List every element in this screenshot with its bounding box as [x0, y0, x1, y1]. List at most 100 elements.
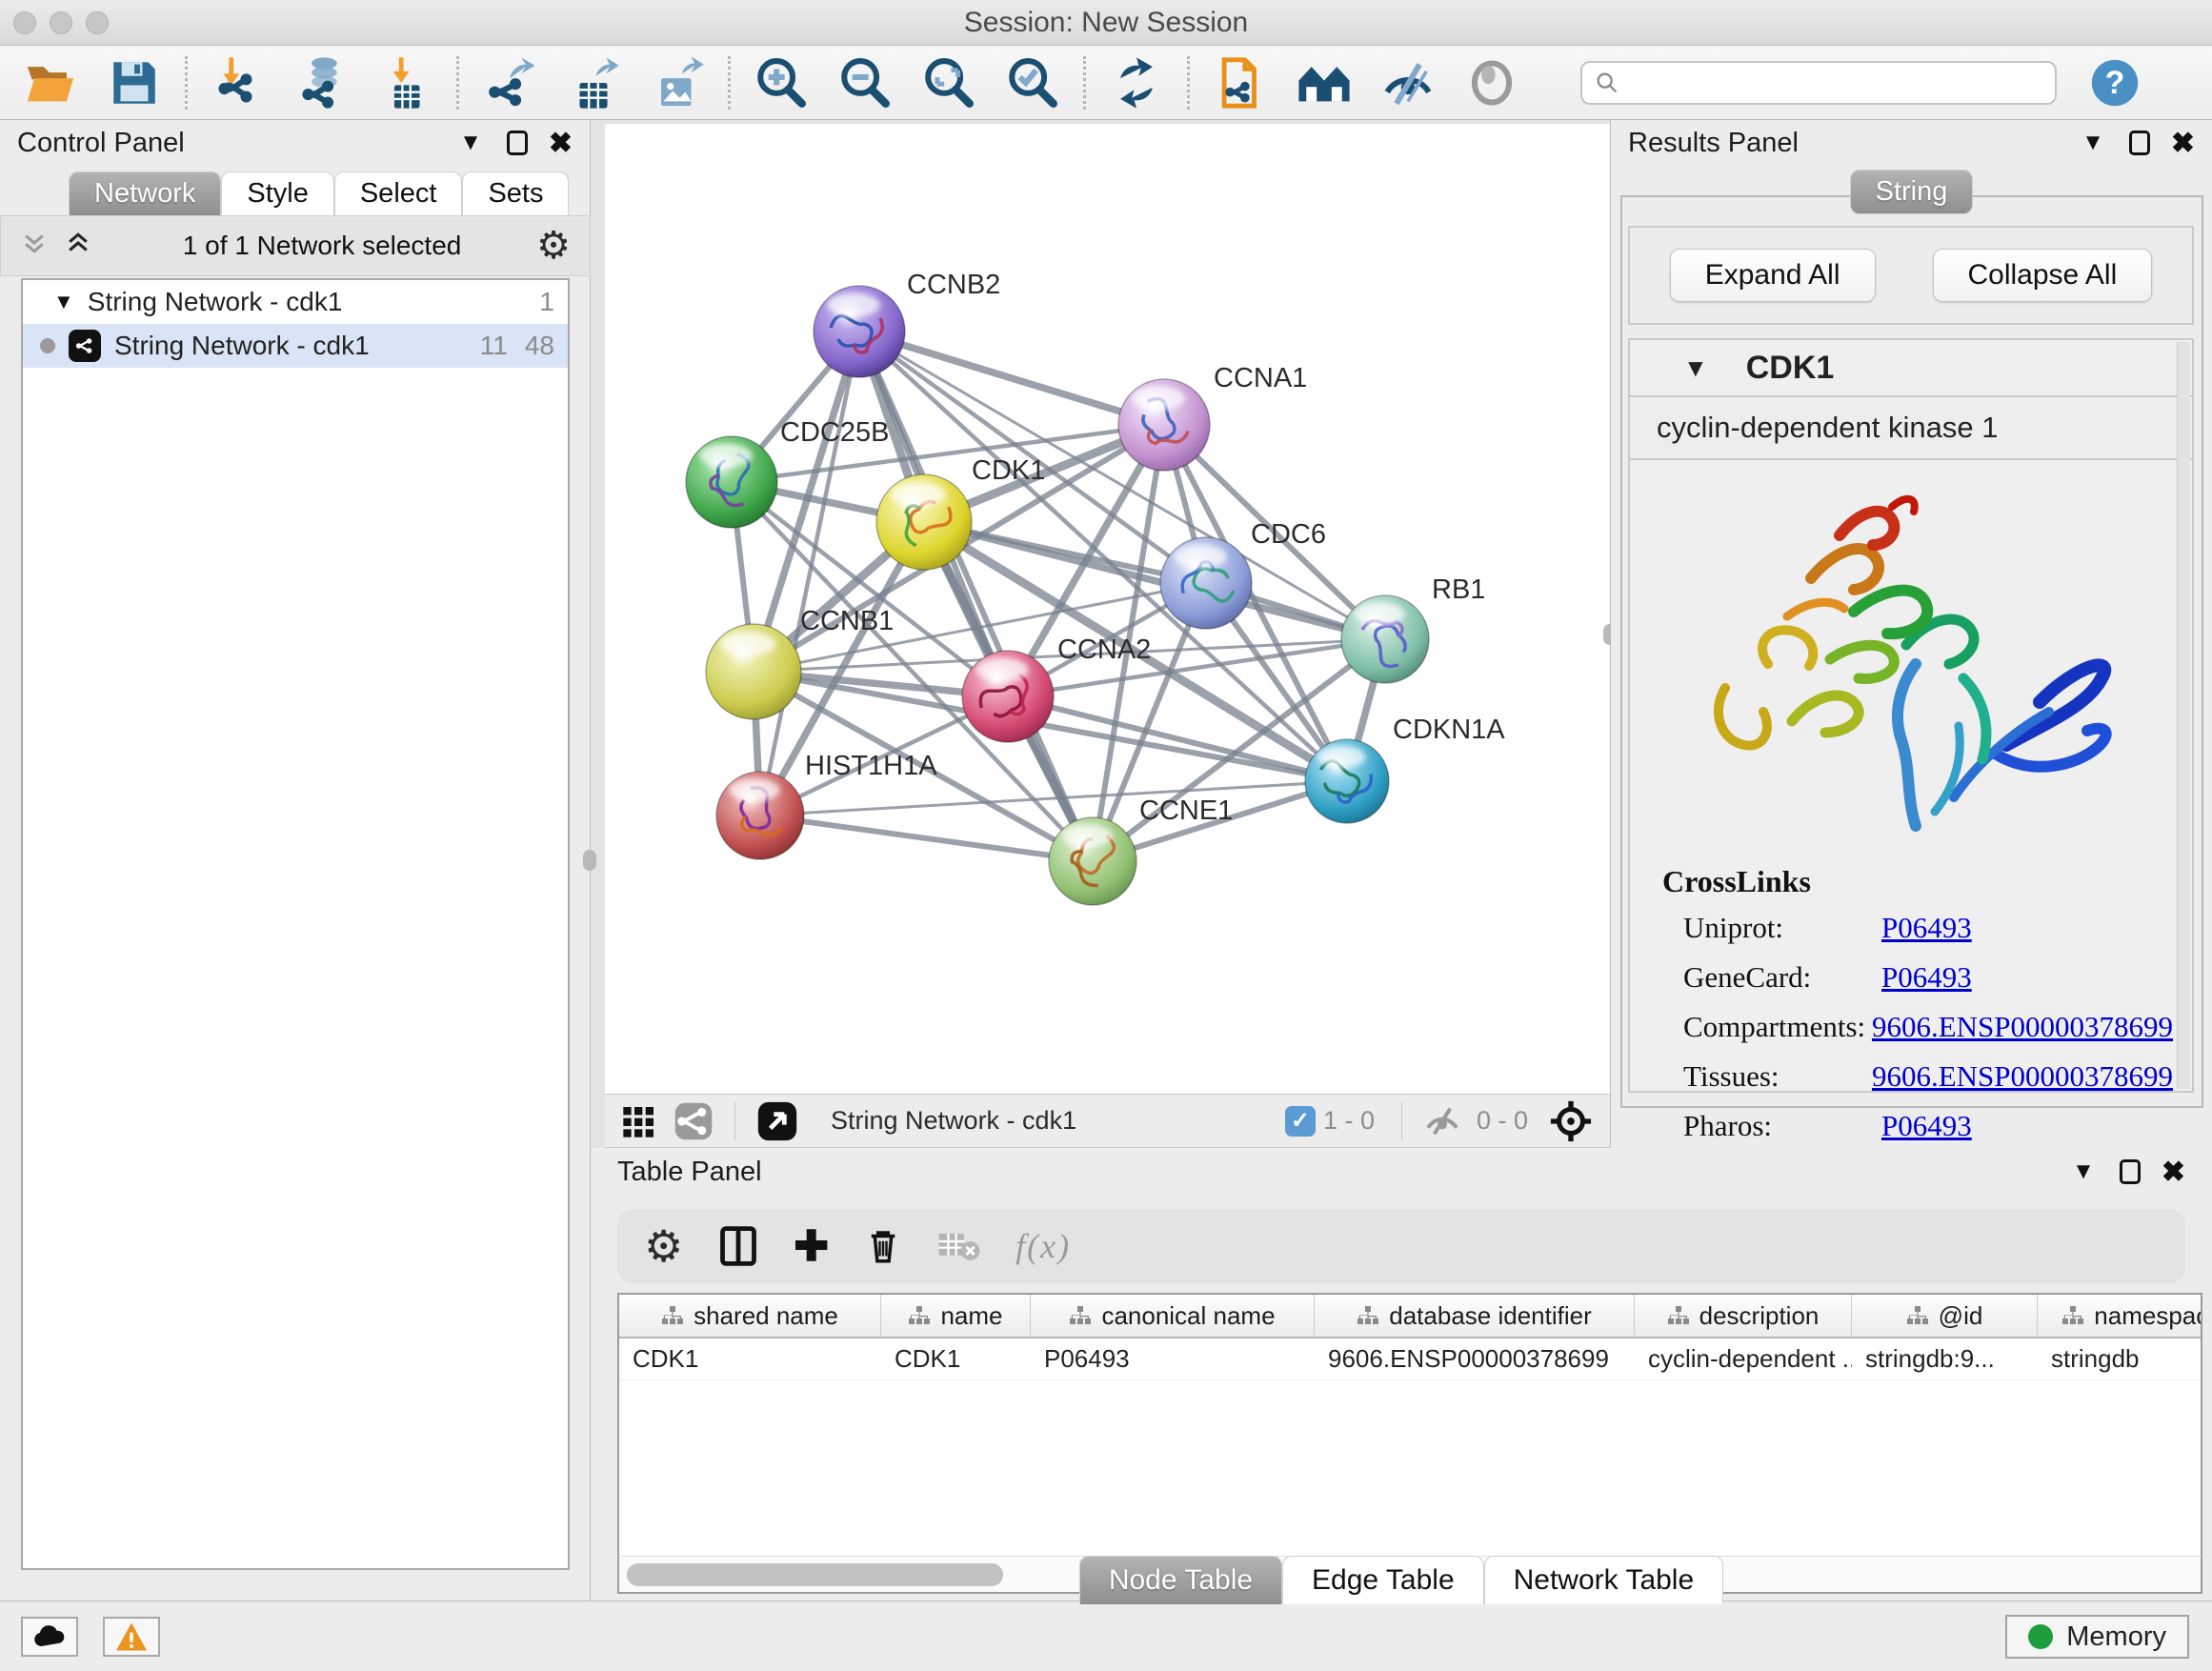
tab-network-table[interactable]: Network Table [1484, 1556, 1724, 1604]
show-columns-icon[interactable] [717, 1225, 759, 1267]
search-input[interactable] [1620, 68, 2055, 97]
crosslink-link[interactable]: P06493 [1881, 960, 1972, 995]
panel-float-icon[interactable] [507, 131, 528, 155]
column-header-database-identifier[interactable]: database identifier [1315, 1295, 1635, 1337]
results-scrollbar[interactable] [2177, 342, 2190, 1089]
network-node-ccnb2[interactable] [814, 286, 905, 377]
table-cell[interactable]: CDK1 [619, 1339, 881, 1379]
network-node-cdc6[interactable] [1160, 537, 1252, 629]
panel-close-icon[interactable]: ✖ [2171, 127, 2195, 160]
string-network-graph[interactable]: CCNB2CCNA1CDC25BCDK1CDC6RB1CCNB1CCNA2CDK… [605, 124, 1610, 1094]
zoom-fit-icon[interactable] [919, 53, 978, 112]
network-node-ccna1[interactable] [1118, 379, 1210, 471]
column-header-name[interactable]: name [881, 1295, 1031, 1337]
save-session-icon[interactable] [105, 53, 164, 112]
tab-style[interactable]: Style [221, 171, 333, 215]
import-network-icon[interactable] [209, 53, 268, 112]
tab-edge-table[interactable]: Edge Table [1282, 1556, 1484, 1604]
network-node-ccna2[interactable] [962, 651, 1054, 742]
network-node-cdkn1a[interactable] [1305, 739, 1389, 823]
column-header-namespace[interactable]: namespace [2038, 1295, 2202, 1337]
network-node-cdc25b[interactable] [686, 436, 777, 528]
expand-all-icon[interactable] [64, 229, 92, 264]
crosslink-link[interactable]: P06493 [1881, 1109, 1972, 1143]
collection-label: String Network - cdk1 [88, 287, 523, 317]
network-node-cdk1[interactable] [876, 474, 972, 570]
panel-menu-icon[interactable]: ▼ [2072, 1158, 2095, 1185]
zoom-out-icon[interactable] [835, 53, 895, 112]
help-icon[interactable]: ? [2085, 53, 2144, 112]
add-column-icon[interactable]: ✚ [794, 1222, 829, 1271]
edge[interactable] [760, 815, 1093, 861]
table-cell[interactable]: 9606.ENSP00000378699 [1315, 1339, 1635, 1379]
collapse-all-icon[interactable] [20, 229, 49, 264]
panel-menu-icon[interactable]: ▼ [2081, 130, 2104, 156]
edge[interactable] [760, 332, 859, 815]
column-header-shared-name[interactable]: shared name [619, 1295, 881, 1337]
panel-float-icon[interactable] [2120, 1159, 2141, 1184]
crosslink-link[interactable]: 9606.ENSP00000378699 [1872, 1059, 2173, 1094]
birdseye-view-icon[interactable] [756, 1100, 798, 1142]
panel-close-icon[interactable]: ✖ [549, 127, 573, 160]
column-header-description[interactable]: description [1635, 1295, 1852, 1337]
table-cell[interactable]: stringdb [2038, 1339, 2202, 1379]
hide-selected-icon[interactable] [1378, 53, 1438, 112]
network-node-ccnb1[interactable] [706, 624, 801, 719]
network-node-hist1h1a[interactable] [716, 772, 804, 859]
search-box[interactable] [1580, 61, 2057, 105]
delete-table-icon[interactable] [937, 1227, 981, 1265]
grid-view-icon[interactable] [620, 1102, 658, 1140]
crosslink-link[interactable]: P06493 [1881, 911, 1972, 945]
tab-sets[interactable]: Sets [462, 171, 569, 215]
edge[interactable] [859, 332, 1164, 425]
export-network-icon[interactable] [480, 53, 539, 112]
import-database-icon[interactable] [292, 53, 352, 112]
network-canvas[interactable]: CCNB2CCNA1CDC25BCDK1CDC6RB1CCNB1CCNA2CDK… [605, 124, 1610, 1094]
gene-header-row[interactable]: ▼ CDK1 [1630, 340, 2192, 397]
open-session-icon[interactable] [21, 53, 80, 112]
panel-menu-icon[interactable]: ▼ [459, 130, 482, 156]
tab-node-table[interactable]: Node Table [1079, 1556, 1282, 1604]
network-collection-row[interactable]: ▼ String Network - cdk1 1 [23, 280, 568, 324]
import-table-icon[interactable] [376, 53, 435, 112]
tab-string[interactable]: String [1850, 170, 1974, 214]
home-icon[interactable] [1295, 53, 1354, 112]
table-settings-icon[interactable]: ⚙ [644, 1224, 683, 1268]
collapse-all-button[interactable]: Collapse All [1933, 249, 2153, 302]
export-table-icon[interactable] [564, 53, 623, 112]
table-cell[interactable]: stringdb:9... [1852, 1339, 2038, 1379]
network-row[interactable]: String Network - cdk1 11 48 [23, 324, 568, 368]
panel-close-icon[interactable]: ✖ [2162, 1156, 2185, 1189]
expand-all-button[interactable]: Expand All [1670, 249, 1876, 302]
tab-select[interactable]: Select [334, 171, 463, 215]
tree-expand-icon[interactable]: ▼ [53, 290, 74, 314]
column-header--id[interactable]: @id [1852, 1295, 2038, 1337]
tab-network[interactable]: Network [69, 171, 221, 215]
crosslink-link[interactable]: 9606.ENSP00000378699 [1872, 1010, 2173, 1044]
gear-icon[interactable]: ⚙ [536, 227, 571, 265]
string-view-icon[interactable] [674, 1101, 714, 1141]
function-builder-icon[interactable]: f(x) [1016, 1226, 1071, 1266]
cloud-status-button[interactable] [21, 1617, 78, 1657]
warnings-button[interactable] [103, 1617, 160, 1657]
zoom-selected-icon[interactable] [1003, 53, 1062, 112]
show-all-icon[interactable] [1462, 53, 1521, 112]
column-header-canonical-name[interactable]: canonical name [1031, 1295, 1315, 1337]
string-network-file-icon[interactable] [1211, 53, 1270, 112]
network-node-rb1[interactable] [1341, 595, 1429, 683]
fit-content-icon[interactable] [1549, 1099, 1593, 1143]
delete-column-icon[interactable] [863, 1226, 903, 1266]
table-cell[interactable]: P06493 [1031, 1339, 1315, 1379]
hidden-eye-icon[interactable] [1423, 1102, 1461, 1140]
zoom-in-icon[interactable] [752, 53, 811, 112]
export-image-icon[interactable] [648, 53, 707, 112]
network-node-ccne1[interactable] [1049, 817, 1136, 905]
table-cell[interactable]: CDK1 [881, 1339, 1031, 1379]
table-row[interactable]: CDK1CDK1P064939606.ENSP00000378699cyclin… [619, 1339, 2201, 1380]
memory-button[interactable]: Memory [2005, 1615, 2189, 1659]
selected-checkbox-icon[interactable]: ✓ [1285, 1106, 1316, 1137]
panel-float-icon[interactable] [2129, 131, 2150, 155]
table-cell[interactable]: cyclin-dependent ... [1635, 1339, 1852, 1379]
refresh-icon[interactable] [1107, 53, 1166, 112]
gene-collapse-icon[interactable]: ▼ [1683, 353, 1708, 383]
